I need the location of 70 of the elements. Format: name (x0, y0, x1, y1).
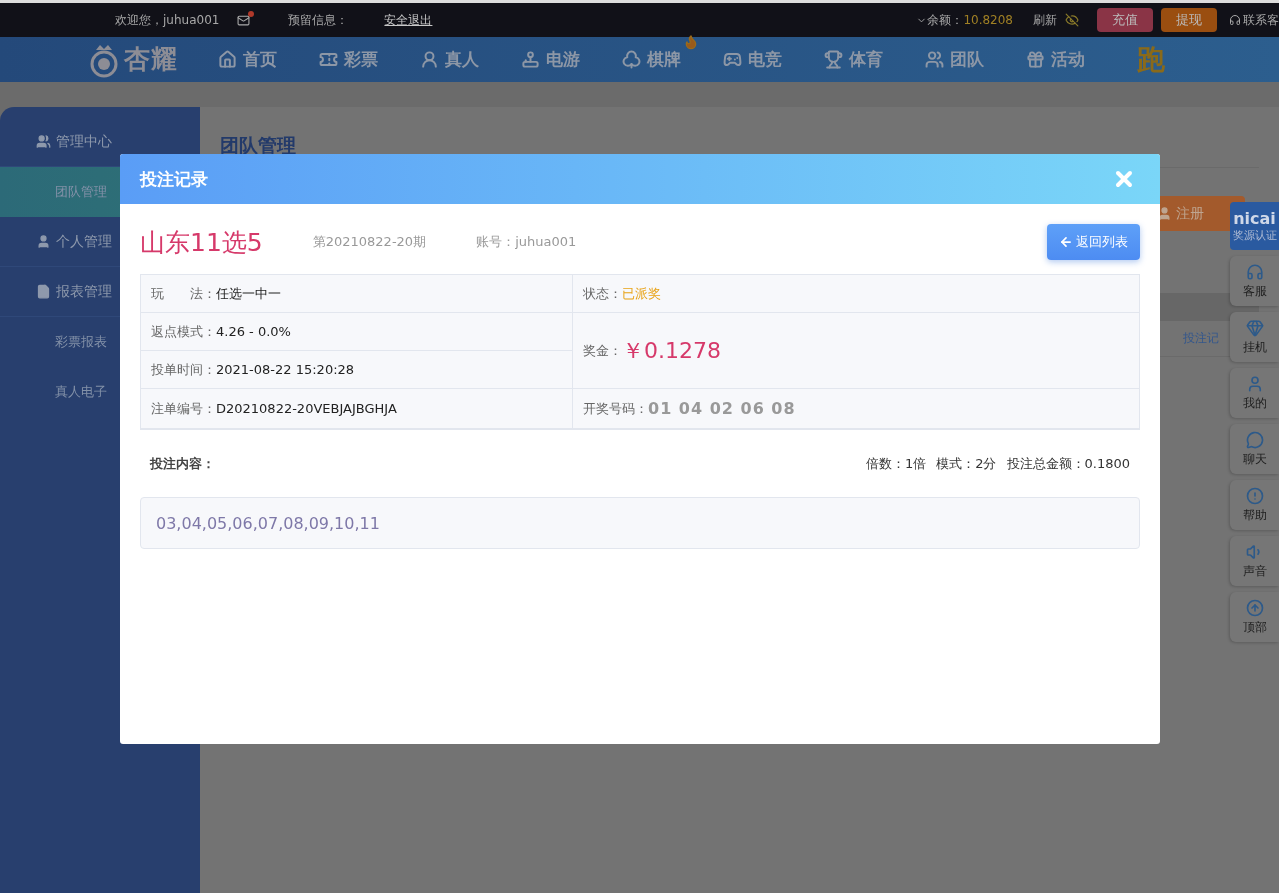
nav-tab[interactable]: 活动 (1026, 48, 1085, 71)
detail-value: 01 04 02 06 08 (648, 399, 796, 418)
summary-text: 投注总金额：0.1800 (1006, 455, 1130, 473)
dock-button[interactable]: 我的 (1230, 368, 1279, 418)
refresh-link[interactable]: 刷新 (1033, 11, 1057, 29)
support-link[interactable]: 联系客 (1243, 11, 1279, 29)
dock-button[interactable]: 挂机 (1230, 312, 1279, 362)
dock-button[interactable]: 聊天 (1230, 424, 1279, 474)
nav-tab[interactable]: 彩票 (319, 48, 378, 71)
ticket-icon (319, 50, 338, 69)
detail-label: 返点模式： (151, 322, 216, 341)
user-icon (1157, 206, 1172, 221)
user-icon (36, 234, 51, 249)
arrow-up-icon (1245, 598, 1264, 617)
person-icon (420, 50, 439, 69)
welcome-text: 欢迎您，juhua001 (115, 11, 220, 29)
users-icon (925, 50, 944, 69)
nav-tab[interactable]: 棋牌 (622, 48, 681, 71)
alert-icon (1245, 486, 1264, 505)
club-icon (622, 50, 641, 69)
detail-label: 开奖号码： (583, 399, 648, 418)
summary-text: 模式：2分 (936, 455, 997, 473)
dock-button[interactable]: 顶部 (1230, 592, 1279, 642)
dock-button[interactable]: 客服 (1230, 256, 1279, 306)
issue-number: 第20210822-20期 (312, 233, 427, 251)
balance-amount: 10.8208 (963, 13, 1013, 27)
eye-off-icon[interactable] (1065, 13, 1079, 27)
logout-link[interactable]: 安全退出 (384, 11, 433, 29)
nav-tab[interactable]: 团队 (925, 48, 984, 71)
headphones-icon[interactable] (1229, 14, 1241, 26)
nav-tab[interactable]: 电游 (521, 48, 580, 71)
account-text: 账号：juhua001 (476, 233, 577, 251)
deposit-button[interactable]: 充值 (1097, 8, 1153, 32)
withdraw-button[interactable]: 提现 (1161, 8, 1217, 32)
gem-icon (1245, 318, 1264, 337)
detail-label: 奖金： (583, 341, 622, 360)
home-icon (218, 50, 237, 69)
detail-value: D20210822-20VEBJAJBGHJA (216, 401, 397, 416)
detail-value: ￥0.1278 (622, 336, 721, 365)
mail-icon[interactable] (237, 13, 251, 27)
nav-tab[interactable]: 电竞 (723, 48, 782, 71)
summary-text: 倍数：1倍 (865, 455, 927, 473)
detail-value: 已派奖 (622, 284, 661, 303)
document-icon (36, 284, 51, 299)
nav-tab[interactable]: 体育 (824, 48, 883, 71)
gamepad-icon (723, 50, 742, 69)
logo-text: 杏耀 (124, 43, 178, 76)
chat-bubble-icon (1245, 430, 1264, 449)
nav-tab[interactable]: 真人 (420, 48, 479, 71)
users-icon (36, 134, 51, 149)
gift-icon (1026, 50, 1045, 69)
certification-badge[interactable]: nicai 奖源认证 (1230, 202, 1279, 250)
nav-tab[interactable]: 首页 (218, 48, 277, 71)
reserved-info-label: 预留信息： (288, 11, 349, 29)
trophy-icon (824, 50, 843, 69)
detail-value: 2021-08-22 15:20:28 (216, 362, 355, 377)
dock-button[interactable]: 声音 (1230, 536, 1279, 586)
bet-numbers: 03,04,05,06,07,08,09,10,11 (156, 513, 380, 533)
joystick-icon (521, 50, 540, 69)
content-label: 投注内容： (150, 455, 215, 473)
detail-value: 任选一中一 (216, 284, 281, 303)
headphones-icon (1245, 262, 1264, 281)
dock-button[interactable]: 帮助 (1230, 480, 1279, 530)
promo-text: 跑 (1137, 41, 1165, 78)
detail-label: 投单时间： (151, 360, 216, 379)
balance-label: 余额： (927, 11, 964, 29)
detail-label: 注单编号： (151, 399, 216, 418)
back-button[interactable]: 返回列表 (1047, 224, 1140, 260)
detail-label: 状态： (583, 284, 622, 303)
detail-value: 4.26 - 0.0% (216, 324, 291, 339)
